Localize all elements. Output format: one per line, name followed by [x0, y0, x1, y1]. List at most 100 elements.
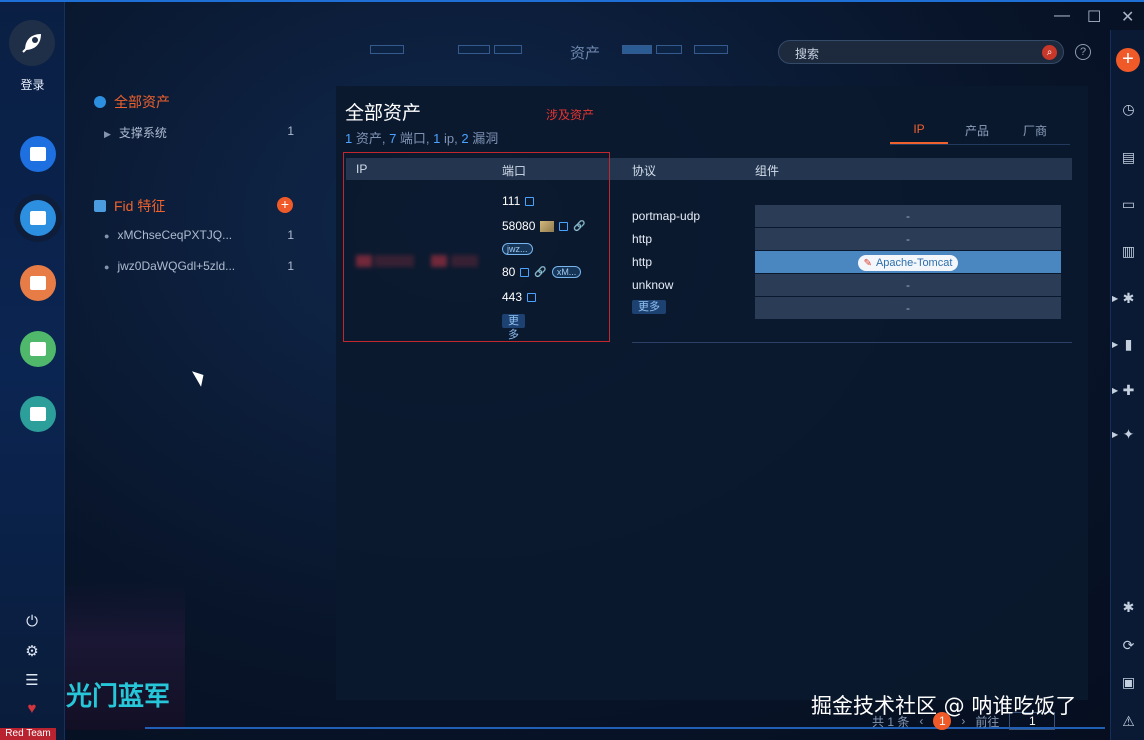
title-deco: [458, 45, 490, 54]
mouse-cursor-icon: [192, 367, 208, 387]
component-cell: -: [755, 274, 1061, 296]
add-button[interactable]: +: [1116, 48, 1140, 72]
info-icon[interactable]: [520, 267, 530, 277]
tree-item-label: xMChseCeqPXTJQ...: [117, 228, 233, 242]
view-tabs: IP 产品 厂商: [890, 122, 1070, 145]
component-cell: -: [755, 228, 1061, 250]
tree-fid[interactable]: Fid 特征: [94, 196, 165, 216]
bug-settings-icon[interactable]: ✱: [1121, 600, 1136, 615]
close-button[interactable]: ✕: [1121, 7, 1134, 27]
puzzle-icon: [30, 407, 46, 421]
expand-arrow-icon[interactable]: ▶: [1112, 430, 1118, 439]
ports-more-button[interactable]: 更多: [502, 314, 525, 341]
protocol-cell: unknow: [632, 278, 674, 292]
help-icon[interactable]: ?: [1075, 44, 1091, 60]
tree-item-count: 1: [287, 124, 294, 138]
info-icon[interactable]: [525, 196, 535, 206]
tree-item-support-system[interactable]: ▶ 支撑系统 1: [104, 124, 294, 141]
protocols-more-button[interactable]: 更多: [632, 300, 666, 314]
vuln-button[interactable]: [20, 265, 56, 301]
add-fid-button[interactable]: +: [277, 197, 293, 213]
plugin-button[interactable]: [20, 396, 56, 432]
port-row[interactable]: 111: [502, 194, 535, 208]
link-icon[interactable]: 🔗: [573, 221, 585, 232]
maximize-button[interactable]: ☐: [1087, 7, 1101, 27]
redaction: [374, 255, 414, 267]
asset-panel: 全部资产 涉及资产 1 资产, 7 端口, 1 ip, 2 漏洞 IP 产品 厂…: [336, 86, 1088, 700]
puzzle-icon[interactable]: ✚: [1121, 383, 1136, 398]
screenshot-thumb-icon[interactable]: [540, 220, 555, 232]
highlight-box: [343, 152, 610, 342]
gear-icon[interactable]: ⚙: [23, 643, 41, 661]
list-icon: [30, 211, 46, 225]
col-component: 组件: [755, 164, 780, 178]
component-tag[interactable]: ✎ Apache-Tomcat: [857, 255, 959, 271]
annotation-label: 涉及资产: [546, 108, 595, 122]
info-icon[interactable]: [559, 221, 569, 231]
search-icon[interactable]: ⌕: [1042, 45, 1057, 60]
bar-chart-icon[interactable]: ▮: [1121, 337, 1136, 352]
ticket-icon: [30, 276, 46, 290]
tab-ip[interactable]: IP: [890, 122, 948, 144]
chart-button[interactable]: [20, 331, 56, 367]
component-cell-highlight[interactable]: ✎ Apache-Tomcat: [755, 251, 1061, 273]
tab-product[interactable]: 产品: [948, 122, 1006, 144]
redaction: [431, 255, 447, 267]
expand-arrow-icon[interactable]: ▶: [1112, 294, 1118, 303]
hacker-tools-button[interactable]: [20, 136, 56, 172]
title-deco: [656, 45, 682, 54]
tab-vendor[interactable]: 厂商: [1006, 122, 1064, 144]
redaction: [451, 255, 478, 267]
component-tag-label: Apache-Tomcat: [875, 257, 953, 269]
link-icon[interactable]: 🔗: [534, 267, 546, 278]
fid-pill[interactable]: xM...: [551, 266, 582, 278]
pie-icon: [94, 96, 106, 108]
protocol-cell: portmap-udp: [632, 209, 701, 223]
report-icon[interactable]: ▣: [1121, 675, 1136, 690]
clock-icon[interactable]: ◷: [1121, 102, 1136, 117]
title-deco: [494, 45, 522, 54]
summary-assets-unit: 资产,: [352, 131, 390, 146]
app-logo[interactable]: [9, 20, 55, 66]
protocol-cell: http: [632, 232, 653, 246]
info-icon[interactable]: [527, 292, 537, 302]
summary-ips-unit: ip,: [440, 131, 462, 146]
component-cell: -: [755, 205, 1061, 227]
chart-icon: [30, 342, 46, 356]
hat-icon: [30, 147, 46, 161]
expand-arrow-icon[interactable]: ▶: [1112, 386, 1118, 395]
heart-icon[interactable]: ♥: [23, 700, 41, 718]
plugin-gear-icon[interactable]: ✦: [1121, 427, 1136, 442]
ip-icon[interactable]: ▥: [1121, 244, 1136, 259]
document-icon[interactable]: ▤: [1121, 150, 1136, 165]
bug-icon[interactable]: ✱: [1121, 291, 1136, 306]
monitor-icon[interactable]: ▭: [1121, 197, 1136, 212]
component-cell: -: [755, 297, 1061, 319]
asset-list-button[interactable]: [20, 200, 56, 236]
expand-arrow-icon[interactable]: ▶: [1112, 340, 1118, 349]
dot-icon: ●: [104, 262, 110, 272]
port-number: 58080: [502, 219, 536, 233]
tree-item-fid-2[interactable]: ● jwz0DaWQGdl+5zld... 1: [104, 259, 294, 273]
tree-item-count: 1: [287, 228, 294, 242]
refresh-icon[interactable]: ⟳: [1121, 638, 1136, 653]
warning-icon[interactable]: ⚠: [1121, 714, 1136, 729]
port-row[interactable]: 58080 🔗: [502, 219, 586, 233]
tree-item-count: 1: [287, 259, 294, 273]
login-label[interactable]: 登录: [0, 76, 65, 93]
port-row[interactable]: 80 🔗 xM...: [502, 265, 582, 279]
power-icon[interactable]: ⏻: [23, 613, 41, 631]
search-input[interactable]: 搜索 ⌕: [778, 40, 1064, 64]
fid-pill[interactable]: jwz...: [502, 243, 533, 255]
menu-icon[interactable]: ☰: [23, 672, 41, 690]
tree-item-fid-1[interactable]: ● xMChseCeqPXTJQ... 1: [104, 228, 294, 242]
port-number: 80: [502, 265, 516, 279]
port-number: 443: [502, 290, 523, 304]
tree-all-assets[interactable]: 全部资产: [94, 92, 170, 112]
minimize-button[interactable]: —: [1054, 7, 1070, 25]
redaction: [356, 255, 372, 267]
app-window: 登录 ⏻ ⚙ ☰ ♥ 光门蓝军 Red Team 全部资产 ▶ 支撑系统 1 Fi…: [0, 0, 1144, 740]
port-row[interactable]: 443: [502, 290, 537, 304]
tree-all-assets-label: 全部资产: [114, 94, 170, 110]
id-card-icon: [94, 200, 106, 212]
